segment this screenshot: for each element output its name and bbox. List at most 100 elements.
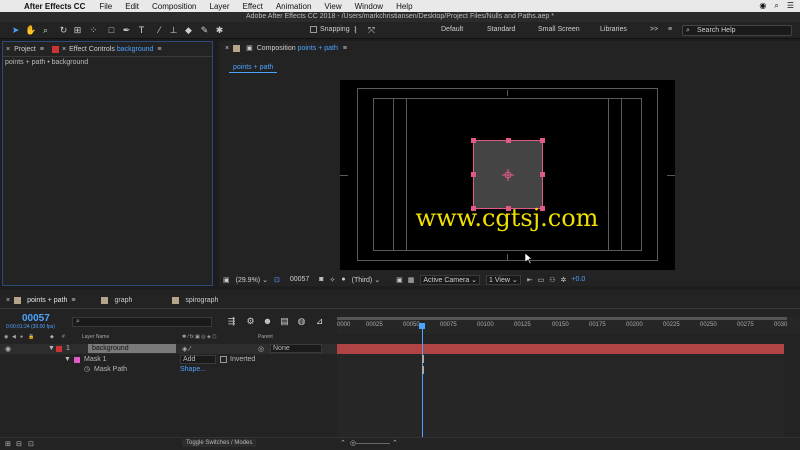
menu-composition[interactable]: Composition <box>152 2 196 11</box>
inverted-checkbox[interactable] <box>220 356 227 363</box>
toggle-switches-modes-button[interactable]: Toggle Switches / Modes <box>182 439 257 447</box>
layer-name[interactable]: background <box>88 344 176 353</box>
menu-view[interactable]: View <box>324 2 341 11</box>
snapshot-icon[interactable]: ◙ <box>319 276 323 283</box>
expand-arrow-icon[interactable]: ▼ <box>48 345 55 352</box>
views-dropdown[interactable]: 1 View ⌄ <box>486 274 521 285</box>
playhead[interactable] <box>422 326 423 450</box>
zoom-dropdown[interactable]: (29.9%) ⌄ <box>236 276 268 284</box>
workspace-overflow[interactable]: >> <box>650 26 658 33</box>
comp-subtab[interactable]: points + path <box>229 64 278 73</box>
visibility-eye-icon[interactable]: ◉ <box>5 345 11 353</box>
mask-path-value[interactable]: Shape... <box>180 366 206 373</box>
mask-vertex[interactable] <box>471 138 476 143</box>
shy-icon[interactable]: ☻ <box>262 316 273 327</box>
mask-row[interactable]: ▼ Mask 1 Add Inverted <box>0 355 337 365</box>
current-time-display[interactable]: 00057 <box>290 276 309 283</box>
mask-path-row[interactable]: ◷ Mask Path Shape... <box>0 365 337 375</box>
panel-menu-icon[interactable]: ≡ <box>40 46 44 53</box>
puppet-tool-icon[interactable]: ✱ <box>214 25 225 36</box>
menu-animation[interactable]: Animation <box>276 2 312 11</box>
menu-help[interactable]: Help <box>396 2 412 11</box>
graph-editor-icon[interactable]: ⊿ <box>314 316 325 327</box>
time-ruler[interactable]: 0000 00025 00050 00075 00100 00125 00150 00175 0… <box>337 317 800 334</box>
comp-flowchart-icon[interactable]: ⚇ <box>549 276 555 284</box>
menu-edit[interactable]: Edit <box>125 2 139 11</box>
clone-stamp-tool-icon[interactable]: ⊥ <box>168 25 179 36</box>
toggle-pixel-aspect-icon[interactable]: ⇤ <box>527 276 533 284</box>
menu-window[interactable]: Window <box>355 2 383 11</box>
pen-tool-icon[interactable]: ✒ <box>121 25 132 36</box>
timeline-current-time[interactable]: 00057 <box>22 313 50 324</box>
column-layer-name[interactable]: Layer Name <box>82 334 109 340</box>
menu-layer[interactable]: Layer <box>210 2 230 11</box>
eraser-tool-icon[interactable]: ◆ <box>183 25 194 36</box>
layer-label-color[interactable] <box>56 346 62 352</box>
creative-cloud-icon[interactable]: ◉ <box>759 1 766 11</box>
brush-tool-icon[interactable]: ⁄ <box>154 25 165 36</box>
fast-previews-icon[interactable]: ▣ <box>396 276 403 284</box>
mask-vertex[interactable] <box>540 138 545 143</box>
tab-effect-controls[interactable]: Effect Controls background <box>69 46 153 53</box>
mask-vertex[interactable] <box>540 172 545 177</box>
hand-tool-icon[interactable]: ✋ <box>25 25 36 36</box>
menu-file[interactable]: File <box>99 2 112 11</box>
close-tab-icon[interactable]: × <box>6 297 10 304</box>
modes-toggle-icon[interactable]: ⊟ <box>16 440 22 448</box>
work-area-bar[interactable] <box>337 317 787 320</box>
motion-blur-icon[interactable]: ◍ <box>296 316 307 327</box>
stopwatch-icon[interactable]: ◷ <box>84 365 90 373</box>
mask-vertex[interactable] <box>506 138 511 143</box>
layer-duration-bar[interactable] <box>337 344 784 354</box>
composition-viewer[interactable]: www.cgtsj.com <box>340 80 675 270</box>
pan-behind-tool-icon[interactable]: ⁘ <box>88 25 99 36</box>
show-snapshot-icon[interactable]: ✧ <box>330 276 336 284</box>
app-menu[interactable]: After Effects CC <box>24 2 85 11</box>
spotlight-icon[interactable]: ⌕ <box>774 1 778 11</box>
mask-color[interactable] <box>74 357 80 363</box>
tab-graph[interactable]: graph <box>114 297 132 304</box>
workspace-default[interactable]: Default <box>441 26 463 33</box>
zoom-tool-icon[interactable]: ⌕ <box>40 25 51 36</box>
type-tool-icon[interactable]: T <box>136 25 147 36</box>
notification-center-icon[interactable]: ☰ <box>787 1 794 11</box>
reset-exposure-icon[interactable]: ✲ <box>561 276 567 284</box>
snapping-toggle[interactable]: Snapping <box>310 26 350 33</box>
mask-path-keyframe-marker[interactable] <box>422 366 424 374</box>
panel-menu-icon[interactable]: ≡ <box>71 297 75 304</box>
rectangle-tool-icon[interactable]: □ <box>106 25 117 36</box>
mask-vertex[interactable] <box>471 172 476 177</box>
draft-3d-icon[interactable]: ⚙ <box>245 316 256 327</box>
selection-tool-icon[interactable]: ➤ <box>10 25 21 36</box>
tab-points-path[interactable]: points + path <box>27 297 67 304</box>
snap-option-icon[interactable]: ⌇ <box>350 25 361 36</box>
comp-canvas[interactable]: www.cgtsj.com <box>340 80 675 270</box>
expand-arrow-icon[interactable]: ▼ <box>64 356 71 363</box>
roto-brush-tool-icon[interactable]: ✎ <box>199 25 210 36</box>
frame-blending-icon[interactable]: ▤ <box>279 316 290 327</box>
workspace-libraries[interactable]: Libraries <box>600 26 627 33</box>
camera-tool-icon[interactable]: ⊞ <box>72 25 83 36</box>
resolution-dropdown[interactable]: (Third) ⌄ <box>352 276 380 284</box>
layer-switches[interactable]: ◈ ⁄ <box>182 345 191 353</box>
workspace-menu-icon[interactable]: ≡ <box>668 26 672 33</box>
mask-name[interactable]: Mask 1 <box>84 356 107 363</box>
parent-pickwhip-icon[interactable]: ◎ <box>258 345 264 353</box>
channel-icon[interactable]: ● <box>341 276 345 283</box>
panel-menu-icon[interactable]: ≡ <box>343 45 347 52</box>
always-preview-icon[interactable]: ▣ <box>223 276 230 284</box>
close-tab-icon[interactable]: × <box>62 46 66 53</box>
snapping-checkbox[interactable] <box>310 26 317 33</box>
zoom-slider-track[interactable] <box>355 443 390 444</box>
layer-row[interactable]: ◉ ▼ 1 background ◈ ⁄ ◎ None <box>0 344 337 354</box>
mask-keyframe-marker[interactable] <box>422 355 424 363</box>
column-parent[interactable]: Parent <box>258 334 273 340</box>
tab-project[interactable]: Project <box>14 46 36 53</box>
region-of-interest-icon[interactable]: ⊡ <box>274 276 280 284</box>
layer-switches-toggle-icon[interactable]: ⊞ <box>5 440 11 448</box>
timeline-icon[interactable]: ▭ <box>538 276 545 284</box>
timeline-search-input[interactable]: ⌕ <box>72 317 212 327</box>
search-help-input[interactable]: ⌕ Search Help <box>682 25 792 36</box>
workspace-standard[interactable]: Standard <box>487 26 515 33</box>
mask-mode-dropdown[interactable]: Add <box>180 355 216 364</box>
